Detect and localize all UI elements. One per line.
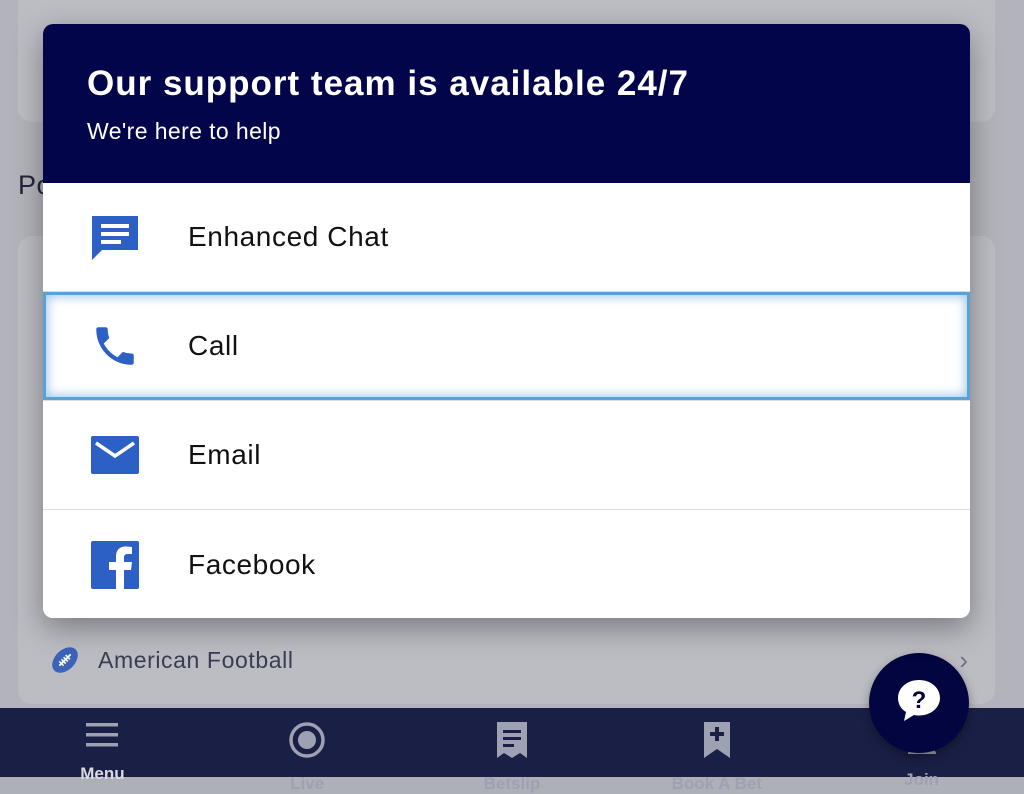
- email-icon: [90, 430, 140, 480]
- nav-item-menu[interactable]: Menu: [0, 708, 205, 783]
- help-button[interactable]: ?: [869, 653, 969, 753]
- live-icon: [287, 720, 327, 760]
- phone-icon: [90, 321, 140, 371]
- support-modal: Our support team is available 24/7 We're…: [43, 24, 970, 618]
- menu-icon: [82, 720, 122, 750]
- nav-item-label: Join: [904, 770, 940, 789]
- svg-text:?: ?: [912, 687, 927, 714]
- support-option-label: Enhanced Chat: [188, 221, 389, 252]
- nav-item-label: Betslip: [483, 774, 541, 793]
- support-modal-header: Our support team is available 24/7 We're…: [43, 24, 970, 183]
- sport-row-label: American Football: [98, 646, 294, 673]
- nav-item-book-a-bet[interactable]: Book A Bet: [614, 708, 819, 793]
- support-option-facebook[interactable]: Facebook: [43, 510, 970, 618]
- support-option-label: Facebook: [188, 548, 316, 580]
- nav-item-betslip[interactable]: Betslip: [410, 708, 615, 793]
- chevron-right-icon: ›: [959, 644, 968, 675]
- nav-item-live[interactable]: Live: [205, 708, 410, 793]
- support-option-label: Email: [188, 439, 262, 470]
- nav-item-label: Live: [290, 774, 325, 793]
- bottom-nav: Menu Live Betslip Book A Bet Join: [0, 708, 1024, 793]
- support-option-call[interactable]: Call: [43, 292, 970, 401]
- nav-item-label: Book A Bet: [671, 774, 762, 793]
- chat-icon: [90, 212, 140, 262]
- support-modal-subtitle: We're here to help: [87, 118, 281, 145]
- book-a-bet-icon: [697, 720, 737, 760]
- nav-item-label: Menu: [80, 764, 125, 783]
- support-option-label: Call: [188, 330, 239, 361]
- facebook-icon: [90, 540, 140, 590]
- support-option-email[interactable]: Email: [43, 401, 970, 510]
- support-option-enhanced-chat[interactable]: Enhanced Chat: [43, 183, 970, 292]
- american-football-icon: [48, 643, 82, 677]
- betslip-icon: [492, 720, 532, 760]
- help-question-icon: ?: [895, 677, 943, 730]
- support-modal-title: Our support team is available 24/7: [87, 64, 689, 103]
- sport-row-american-football[interactable]: American Football ›: [48, 640, 968, 680]
